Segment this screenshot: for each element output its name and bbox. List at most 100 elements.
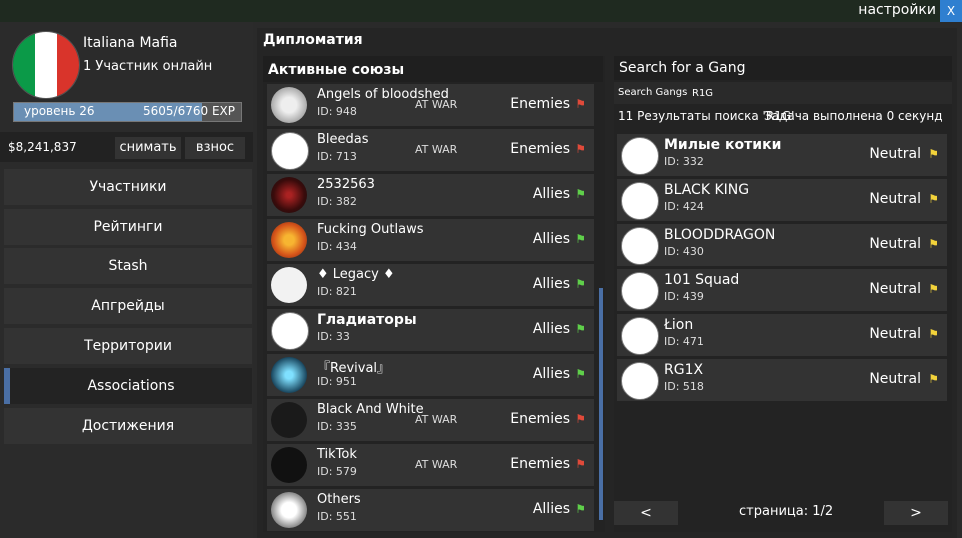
- menu-item[interactable]: Апгрейды: [4, 288, 252, 324]
- alliance-row[interactable]: Гладиаторы ID: 33 Allies ⚑: [267, 309, 594, 351]
- alliance-row[interactable]: ♦ Legacy ♦ ID: 821 Allies ⚑: [267, 264, 594, 306]
- gang-avatar-icon: [271, 132, 309, 170]
- alliance-id: ID: 551: [317, 510, 357, 523]
- gang-avatar-icon: [271, 402, 307, 438]
- search-header: Search for a Gang: [614, 56, 952, 80]
- result-name: BLOODDRAGON: [664, 227, 776, 243]
- flag-icon: ⚑: [928, 282, 939, 296]
- alliance-row[interactable]: 『Revival』 ID: 951 Allies ⚑: [267, 354, 594, 396]
- alliance-name: TikTok: [317, 447, 357, 462]
- alliance-row[interactable]: Angels of bloodshed ID: 948 AT WAR Enemies ⚑: [267, 84, 594, 126]
- flag-icon: ⚑: [575, 367, 586, 381]
- search-title: Search for a Gang: [619, 60, 746, 76]
- alliance-row[interactable]: Black And White ID: 335 AT WAR Enemies ⚑: [267, 399, 594, 441]
- menu-item[interactable]: Рейтинги: [4, 209, 252, 245]
- close-button[interactable]: X: [940, 0, 962, 22]
- gang-flag-avatar: [12, 31, 80, 99]
- alliance-id: ID: 821: [317, 285, 357, 298]
- flag-icon: ⚑: [928, 237, 939, 251]
- gang-name: Italiana Mafia: [83, 35, 178, 51]
- search-result-row[interactable]: Łion ID: 471 Neutral ⚑: [617, 314, 947, 356]
- alliance-row[interactable]: 2532563 ID: 382 Allies ⚑: [267, 174, 594, 216]
- relation-label: Neutral: [869, 191, 921, 207]
- flag-icon: ⚑: [928, 372, 939, 386]
- gang-avatar-icon: [271, 267, 307, 303]
- search-result-row[interactable]: RG1X ID: 518 Neutral ⚑: [617, 359, 947, 401]
- alliance-row[interactable]: Fucking Outlaws ID: 434 Allies ⚑: [267, 219, 594, 261]
- diplomacy-panel: Дипломатия Активные союзы Angels of bloo…: [257, 28, 957, 538]
- alliance-name: 『Revival』: [317, 361, 391, 376]
- gang-avatar-icon: [271, 357, 307, 393]
- next-page-button[interactable]: >: [884, 501, 948, 525]
- result-name: RG1X: [664, 362, 704, 378]
- diplomacy-title: Дипломатия: [263, 32, 363, 48]
- relation-label: Enemies: [510, 141, 570, 157]
- flag-icon: ⚑: [575, 322, 586, 336]
- relation-label: Allies: [532, 501, 570, 517]
- level-label: уровень 26: [24, 104, 95, 118]
- search-input[interactable]: [688, 82, 952, 104]
- relation-label: Allies: [532, 186, 570, 202]
- alliances-title: Активные союзы: [268, 62, 405, 78]
- search-label: Search Gangs: [614, 82, 690, 104]
- war-status: AT WAR: [415, 98, 458, 111]
- search-result-row[interactable]: Милые котики ID: 332 Neutral ⚑: [617, 134, 947, 176]
- menu-item[interactable]: Достижения: [4, 408, 252, 444]
- alliance-name: Black And White: [317, 402, 424, 417]
- result-id: ID: 424: [664, 200, 704, 213]
- menu-item[interactable]: Территории: [4, 328, 252, 364]
- relation-label: Enemies: [510, 96, 570, 112]
- flag-icon: ⚑: [928, 147, 939, 161]
- result-id: ID: 518: [664, 380, 704, 393]
- search-result-row[interactable]: 101 Squad ID: 439 Neutral ⚑: [617, 269, 947, 311]
- alliance-id: ID: 382: [317, 195, 357, 208]
- result-name: 101 Squad: [664, 272, 740, 288]
- alliance-row[interactable]: Others ID: 551 Allies ⚑: [267, 489, 594, 531]
- relation-label: Enemies: [510, 456, 570, 472]
- result-id: ID: 439: [664, 290, 704, 303]
- flag-stripe-green: [13, 32, 35, 98]
- alliances-scrollbar[interactable]: [599, 288, 603, 520]
- gang-avatar-icon: [621, 182, 659, 220]
- gang-window: Italiana Mafia 1 Участник онлайн уровень…: [0, 22, 962, 538]
- result-name: BLACK KING: [664, 182, 750, 198]
- result-id: ID: 471: [664, 335, 704, 348]
- deposit-button[interactable]: взнос: [185, 137, 245, 159]
- task-info: Задача выполнена 0 секунд: [764, 109, 943, 123]
- alliance-row[interactable]: Bleedas ID: 713 AT WAR Enemies ⚑: [267, 129, 594, 171]
- war-status: AT WAR: [415, 413, 458, 426]
- alliance-id: ID: 33: [317, 330, 350, 343]
- menu-item[interactable]: Associations: [4, 368, 252, 404]
- alliance-id: ID: 948: [317, 105, 357, 118]
- alliance-name: ♦ Legacy ♦: [317, 267, 395, 282]
- alliance-name: 2532563: [317, 177, 375, 192]
- flag-icon: ⚑: [575, 277, 586, 291]
- bank-row: $8,241,837 снимать взнос: [0, 132, 253, 162]
- alliance-name: Others: [317, 492, 361, 507]
- relation-label: Neutral: [869, 371, 921, 387]
- gang-avatar-icon: [271, 87, 307, 123]
- flag-icon: ⚑: [575, 187, 586, 201]
- flag-icon: ⚑: [575, 502, 586, 516]
- top-bar: настройки X: [0, 0, 962, 22]
- gang-avatar-icon: [271, 177, 307, 213]
- menu-item[interactable]: Stash: [4, 248, 252, 284]
- gang-avatar-icon: [271, 447, 307, 483]
- prev-page-button[interactable]: <: [614, 501, 678, 525]
- withdraw-button[interactable]: снимать: [115, 137, 181, 159]
- relation-label: Neutral: [869, 281, 921, 297]
- alliance-id: ID: 951: [317, 375, 357, 388]
- alliance-name: Гладиаторы: [317, 312, 417, 328]
- settings-label[interactable]: настройки: [858, 2, 936, 18]
- gang-avatar-icon: [621, 137, 659, 175]
- gang-avatar-icon: [271, 222, 307, 258]
- search-result-row[interactable]: BLOODDRAGON ID: 430 Neutral ⚑: [617, 224, 947, 266]
- war-status: AT WAR: [415, 458, 458, 471]
- relation-label: Enemies: [510, 411, 570, 427]
- menu-item[interactable]: Участники: [4, 169, 252, 205]
- relation-label: Neutral: [869, 146, 921, 162]
- search-result-row[interactable]: BLACK KING ID: 424 Neutral ⚑: [617, 179, 947, 221]
- flag-icon: ⚑: [575, 232, 586, 246]
- alliance-row[interactable]: TikTok ID: 579 AT WAR Enemies ⚑: [267, 444, 594, 486]
- war-status: AT WAR: [415, 143, 458, 156]
